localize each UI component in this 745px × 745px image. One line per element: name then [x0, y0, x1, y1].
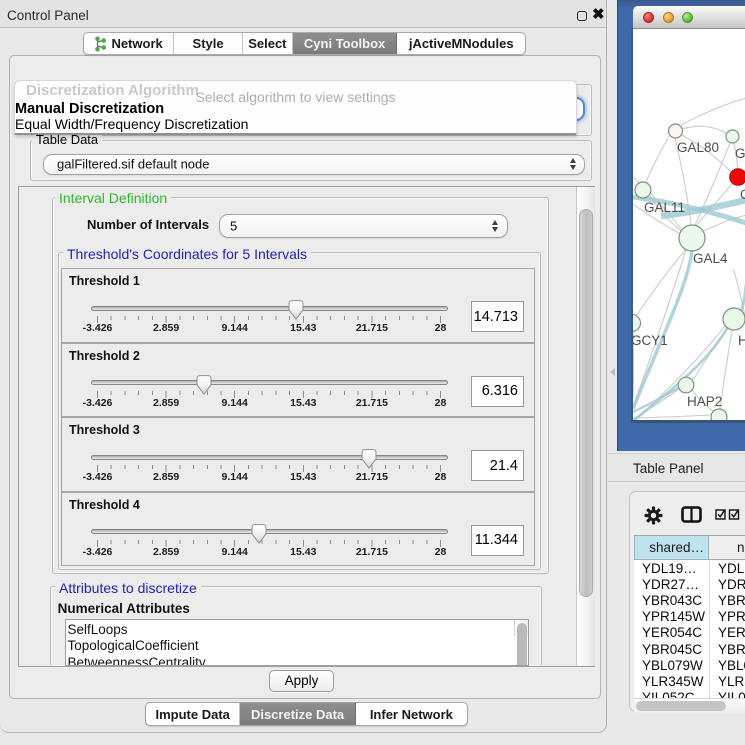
svg-text:GAL4: GAL4	[693, 251, 728, 266]
svg-text:GAL80: GAL80	[677, 140, 719, 155]
svg-text:HAP2: HAP2	[687, 394, 722, 409]
svg-text:GAL11: GAL11	[644, 200, 685, 215]
svg-text:G.: G.	[735, 146, 745, 161]
svg-text:GCY1: GCY1	[633, 333, 668, 348]
svg-text:C: C	[740, 187, 745, 202]
svg-text:H: H	[738, 333, 745, 348]
